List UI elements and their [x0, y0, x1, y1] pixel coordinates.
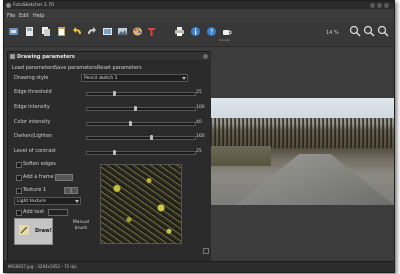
texture-preview-image — [100, 164, 182, 244]
title-bar: FotoSketcher 2.70 — [4, 1, 394, 9]
level-of-contrast-slider[interactable] — [86, 150, 196, 155]
soften-edges-label: Soften edges — [23, 161, 56, 167]
color-intensity-slider[interactable] — [86, 121, 196, 126]
maximize-icon[interactable] — [377, 2, 382, 8]
texture-label: Texture 1 — [23, 187, 47, 193]
drawing-style-select[interactable]: Pencil sketch 1 — [81, 74, 188, 82]
edge-intensity-slider[interactable] — [86, 106, 196, 111]
manual-brush-label-line2: brush — [74, 225, 88, 231]
reset-parameters-link[interactable]: Reset parameters — [97, 65, 142, 71]
app-window: FotoSketcher 2.70 File Edit Help ? Donat… — [3, 0, 395, 273]
minimize-icon[interactable] — [370, 2, 375, 8]
slider-label: Darken/Lighten — [14, 133, 53, 139]
window-title: FotoSketcher 2.70 — [13, 2, 54, 8]
app-logo-icon — [6, 2, 11, 8]
slider-thumb[interactable] — [112, 91, 116, 96]
darken-lighten-slider[interactable] — [86, 135, 196, 140]
texture-next-button[interactable] — [71, 187, 78, 194]
slider-value: 25 — [196, 90, 202, 95]
save-icon[interactable] — [24, 26, 35, 37]
source-photo — [211, 98, 394, 205]
slider-thumb[interactable] — [128, 121, 132, 126]
svg-text:?: ? — [210, 28, 214, 36]
drawing-style-label: Drawing style — [14, 75, 49, 81]
add-text-label: Add text — [23, 209, 45, 215]
zoom-fit-icon[interactable] — [377, 25, 389, 37]
donate-label: Donate — [219, 38, 230, 42]
panel-close-icon[interactable] — [203, 53, 208, 59]
texture-prev-button[interactable] — [64, 187, 71, 194]
edge-threshold-slider[interactable] — [86, 91, 196, 96]
menu-file[interactable]: File — [7, 13, 15, 19]
add-text-checkbox[interactable] — [16, 210, 22, 216]
texture-checkbox[interactable] — [16, 188, 22, 194]
slider-value: 160 — [196, 134, 205, 139]
panel-title: Drawing parameters — [17, 53, 75, 60]
redo-icon[interactable] — [86, 26, 97, 37]
slider-value: 100 — [196, 105, 205, 110]
info-icon[interactable] — [190, 26, 201, 37]
load-parameters-link[interactable]: Load parameters — [12, 65, 55, 71]
text-icon[interactable] — [146, 26, 157, 37]
close-icon[interactable] — [384, 2, 389, 8]
menu-bar: File Edit Help — [4, 12, 394, 20]
frame-options-button[interactable] — [55, 174, 73, 181]
add-frame-checkbox[interactable] — [16, 175, 22, 181]
help-icon[interactable]: ? — [206, 26, 217, 37]
chevron-down-icon — [75, 199, 79, 203]
copy-icon[interactable] — [40, 26, 51, 37]
coffee-icon[interactable] — [221, 26, 232, 37]
slider-thumb[interactable] — [150, 135, 154, 140]
slider-thumb[interactable] — [134, 106, 138, 111]
undo-icon[interactable] — [72, 26, 83, 37]
landscape-icon[interactable] — [117, 26, 128, 37]
panel-icon — [10, 53, 15, 59]
zoom-level: 14 % — [326, 30, 339, 36]
slider-thumb[interactable] — [112, 150, 116, 155]
photo-trees — [211, 118, 394, 148]
open-icon[interactable] — [8, 26, 19, 37]
menu-help[interactable]: Help — [33, 13, 44, 19]
text-options-button[interactable] — [48, 209, 68, 216]
zoom-out-icon[interactable] — [363, 25, 375, 37]
add-frame-label: Add a frame — [23, 174, 54, 180]
drawing-parameters-panel: Drawing parameters Load parameters Save … — [7, 51, 211, 265]
slider-label: Edge intensity — [14, 104, 50, 110]
photo-grass — [211, 146, 271, 166]
draw-button[interactable]: Draw! — [14, 218, 53, 245]
manual-brush-button[interactable]: Manual brush — [66, 220, 96, 242]
resize-grip-icon[interactable] — [203, 248, 209, 254]
panel-title-bar: Drawing parameters — [8, 52, 210, 60]
zoom-in-icon[interactable] — [349, 25, 361, 37]
texture-strength-value: Light texture — [17, 198, 46, 204]
draw-icon — [19, 225, 29, 235]
slider-label: Edge threshold — [14, 89, 52, 95]
slider-value: 25 — [196, 149, 202, 154]
slider-label: Color intensity — [14, 119, 51, 125]
draw-button-label: Draw! — [35, 228, 52, 234]
print-icon[interactable] — [174, 26, 185, 37]
paste-icon[interactable] — [56, 26, 67, 37]
toolbar: ? Donate 14 % — [4, 22, 394, 47]
texture-strength-select[interactable]: Light texture — [14, 197, 81, 205]
chevron-down-icon — [182, 76, 186, 80]
slider-value: 40 — [196, 120, 202, 125]
status-bar: IMG0837.jpg - 3264x1952 - 72 dpi — [4, 261, 394, 272]
drawing-style-value: Pencil sketch 1 — [84, 75, 118, 81]
soften-edges-checkbox[interactable] — [16, 162, 22, 168]
image-icon[interactable] — [102, 26, 113, 37]
palette-icon[interactable] — [132, 26, 143, 37]
slider-label: Level of contrast — [14, 148, 56, 154]
menu-edit[interactable]: Edit — [19, 13, 29, 19]
status-text: IMG0837.jpg - 3264x1952 - 72 dpi — [8, 264, 77, 269]
save-parameters-link[interactable]: Save parameters — [54, 65, 97, 71]
